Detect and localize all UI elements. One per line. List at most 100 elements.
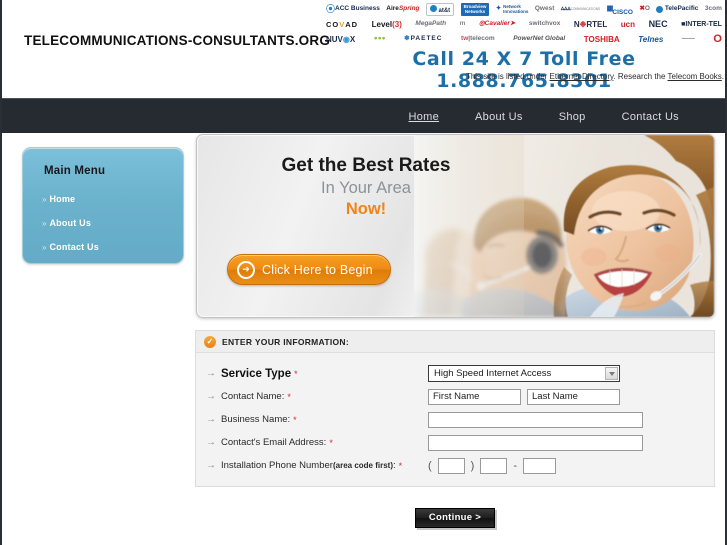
last-name-input[interactable] xyxy=(527,388,620,405)
logo-network-innovations: ✦ Network Innovations xyxy=(495,4,529,14)
phone-dash: - xyxy=(513,459,518,472)
logo-megapath: MegaPath xyxy=(415,20,447,28)
click-here-to-begin-button[interactable]: ➜ Click Here to Begin xyxy=(227,254,391,285)
label-contact-name: → Contact Name: * xyxy=(206,391,428,402)
business-name-input[interactable] xyxy=(428,411,643,428)
sidebar-link-home[interactable]: Home xyxy=(49,194,75,204)
form-body: → Service Type * High Speed Internet Acc… xyxy=(196,353,714,486)
sidebar-link-about-us[interactable]: About Us xyxy=(49,218,91,228)
logo-telepacific: TelePacific xyxy=(656,6,698,13)
nav-item-shop[interactable]: Shop xyxy=(559,107,586,125)
label-service-type: → Service Type * xyxy=(206,368,428,380)
carrier-logo-row-3: NUV ◉ X ●●● ✽ PAETEC tw |telecom PowerNet Gl… xyxy=(324,32,724,47)
label-tail: : xyxy=(393,460,396,471)
label-text: Business Name: xyxy=(221,414,291,425)
logo-broadview: Broadview Networks xyxy=(460,2,490,17)
arrow-right-icon: → xyxy=(206,460,216,471)
sidebar-item-home[interactable]: » Home xyxy=(42,189,183,207)
nav-item-contact-us[interactable]: Contact Us xyxy=(622,107,679,125)
logo-ucn: ucn xyxy=(620,19,636,29)
listing-prefix: This site is listed under xyxy=(465,72,550,81)
logo-acc-business: ⦿ ACC Business xyxy=(326,4,380,14)
service-type-select[interactable]: High Speed Internet Access xyxy=(428,365,620,382)
form-header: ✓ ENTER YOUR INFORMATION: xyxy=(196,331,714,353)
logo-vonage: O xyxy=(713,33,722,45)
main-navbar: Home About Us Shop Contact Us xyxy=(2,98,725,133)
logo-telnes: Telnes xyxy=(638,34,664,44)
carrier-logo-block: ⦿ ACC Business Aire Spring at&t Broadview N… xyxy=(324,2,724,47)
logo-3com: 3com xyxy=(704,5,722,13)
site-listing-note: This site is listed under Ethernet Direc… xyxy=(324,72,725,81)
label-text: Contact's Email Address: xyxy=(221,437,327,448)
close-paren: ) xyxy=(470,459,475,472)
nav-item-home[interactable]: Home xyxy=(408,107,439,125)
required-marker: * xyxy=(294,368,298,379)
information-form-panel: ✓ ENTER YOUR INFORMATION: → Service Type… xyxy=(195,330,715,487)
nav-item-about-us[interactable]: About Us xyxy=(475,107,523,125)
page-content: Main Menu »Home »About Us »Contact Us xyxy=(2,133,725,545)
control-installation-phone: ( ) - xyxy=(428,457,557,474)
logo-cisco: ||||||| CISCO xyxy=(606,5,633,16)
cta-label: Click Here to Begin xyxy=(262,262,373,277)
form-row-service-type: → Service Type * High Speed Internet Acc… xyxy=(196,362,714,385)
control-service-type: High Speed Internet Access xyxy=(428,365,620,382)
first-name-input[interactable] xyxy=(428,388,521,405)
phone-suffix-input[interactable] xyxy=(523,457,557,474)
ethernet-directory-link[interactable]: Ethernet Directory xyxy=(550,72,614,81)
sidebar-link-contact-us[interactable]: Contact Us xyxy=(49,242,99,252)
label-contact-email: → Contact's Email Address: * xyxy=(206,437,428,448)
logo-one: ●●● xyxy=(373,35,386,43)
control-contact-email xyxy=(428,434,643,451)
required-marker: * xyxy=(287,391,291,402)
nav-link-contact-us[interactable]: Contact Us xyxy=(622,111,679,123)
logo-switchvox: switchvox xyxy=(528,20,561,28)
required-marker: * xyxy=(398,460,403,471)
logo-nuvox: NUV ◉ X xyxy=(326,34,356,44)
continue-button[interactable]: Continue > xyxy=(414,508,496,528)
nav-link-shop[interactable]: Shop xyxy=(559,111,586,123)
sidebar-item-contact-us[interactable]: » Contact Us xyxy=(42,237,183,255)
logo-powernet-global: PowerNet Global xyxy=(513,35,566,43)
sidebar-main-menu: Main Menu » Home » About Us » Contact Us xyxy=(22,147,184,264)
hero-emphasis: Now! xyxy=(345,199,387,218)
logo-cavalier: ◎Cavalier➤ xyxy=(478,20,516,28)
logo-airespring: Aire Spring xyxy=(386,5,420,13)
logo-att: at&t xyxy=(426,3,455,16)
logo-m: m xyxy=(459,20,466,28)
form-row-contact-name: → Contact Name: * xyxy=(196,385,714,408)
chevron-down-icon[interactable] xyxy=(605,367,618,380)
listing-suffix: . xyxy=(721,72,724,81)
site-title: TELECOMMUNICATIONS-CONSULTANTS.ORG xyxy=(24,33,331,48)
label-business-name: → Business Name: * xyxy=(206,414,428,425)
phone-prefix-input[interactable] xyxy=(480,457,508,474)
check-circle-icon: ✓ xyxy=(204,335,216,348)
required-marker: * xyxy=(329,437,333,448)
form-row-business-name: → Business Name: * xyxy=(196,408,714,431)
carrier-logo-row-2: CO V AD Level (3) MegaPath m ◎Cavalier➤ swi… xyxy=(324,17,724,32)
site-header: TELECOMMUNICATIONS-CONSULTANTS.ORG ⦿ ACC … xyxy=(2,0,725,98)
nav-link-home[interactable]: Home xyxy=(408,111,439,123)
logo-xo: ✖ O xyxy=(639,5,650,13)
phone-area-code-input[interactable] xyxy=(437,457,465,474)
toll-free-call-line: Call 24 X 7 Toll Free 1.888.765.8301 xyxy=(412,48,636,92)
logo-nec: NEC xyxy=(648,19,668,29)
service-type-selected-value: High Speed Internet Access xyxy=(434,368,552,379)
open-paren: ( xyxy=(428,459,432,472)
hero-headline: Get the Best Rates xyxy=(281,155,451,176)
continue-button-wrap: Continue > xyxy=(195,507,715,528)
label-text: Installation Phone Number xyxy=(221,460,333,471)
logo-paetec: ✽ PAETEC xyxy=(404,35,443,43)
nav-list: Home About Us Shop Contact Us xyxy=(372,107,679,125)
form-row-installation-phone: → Installation Phone Number (area code f… xyxy=(196,454,714,477)
sidebar-list: » Home » About Us » Contact Us xyxy=(23,189,183,255)
contact-email-input[interactable] xyxy=(428,434,643,451)
label-installation-phone: → Installation Phone Number (area code f… xyxy=(206,460,428,471)
control-contact-name xyxy=(428,388,620,405)
telecom-books-link[interactable]: Telecom Books xyxy=(668,72,722,81)
nav-link-about-us[interactable]: About Us xyxy=(475,111,523,123)
sidebar-item-about-us[interactable]: » About Us xyxy=(42,213,183,231)
required-marker: * xyxy=(293,414,297,425)
chevron-right-icon: » xyxy=(42,219,47,228)
label-text: Contact Name: xyxy=(221,391,285,402)
logo-level3: Level (3) xyxy=(371,19,402,29)
